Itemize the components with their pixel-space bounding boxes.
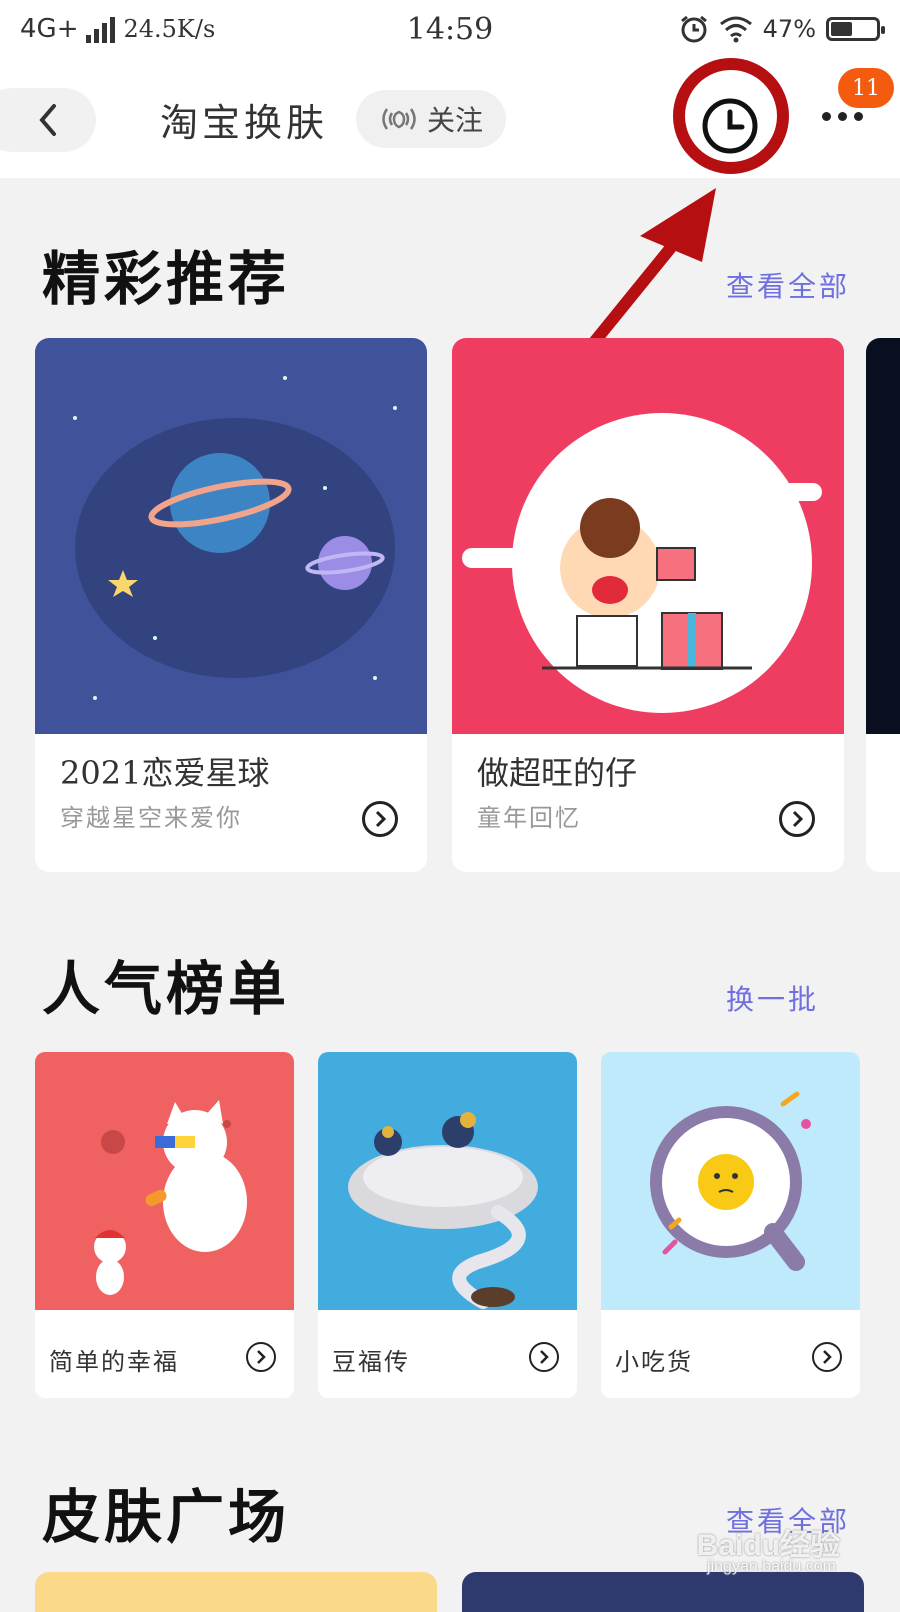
featured-card-partial[interactable] [866, 338, 900, 872]
card-subtitle: 童年回忆 [477, 804, 581, 832]
refresh-batch-link[interactable]: 换一批 [726, 978, 819, 1018]
watermark-url: jingyan.baidu.com [707, 1558, 836, 1575]
annotation-circle [673, 58, 789, 174]
featured-card[interactable]: 做超旺的仔 童年回忆 [452, 338, 844, 872]
planet-illustration [35, 338, 427, 734]
chevron-right-circle-icon[interactable] [362, 801, 398, 837]
popular-title: 人气榜单 [42, 955, 291, 1023]
popular-card[interactable]: 豆福传 [318, 1052, 577, 1398]
featured-view-all-link[interactable]: 查看全部 [726, 265, 850, 305]
card-image [866, 338, 900, 734]
card-name: 2021恋爱星球 [60, 754, 270, 792]
chevron-right-circle-icon[interactable] [529, 1342, 559, 1372]
plaza-card[interactable] [35, 1572, 437, 1612]
popular-card[interactable]: 简单的幸福 [35, 1052, 294, 1398]
card-name: 简单的幸福 [49, 1348, 179, 1376]
annotation-arrow-head [640, 188, 716, 262]
chevron-right-circle-icon[interactable] [779, 801, 815, 837]
clouds-illustration [318, 1052, 577, 1310]
card-name: 做超旺的仔 [477, 754, 638, 792]
card-name: 豆福传 [332, 1348, 410, 1376]
plaza-title: 皮肤广场 [42, 1483, 291, 1551]
chevron-right-circle-icon[interactable] [812, 1342, 842, 1372]
chevron-right-circle-icon[interactable] [246, 1342, 276, 1372]
popular-card[interactable]: 小吃货 [601, 1052, 860, 1398]
card-name: 小吃货 [615, 1348, 693, 1376]
featured-card[interactable]: 2021恋爱星球 穿越星空来爱你 [35, 338, 427, 872]
plaza-card[interactable] [462, 1572, 864, 1612]
card-subtitle: 穿越星空来爱你 [60, 804, 242, 832]
cat-illustration [35, 1052, 294, 1310]
egg-pan-illustration [601, 1052, 860, 1310]
cartoon-boy-illustration [452, 338, 844, 734]
featured-title: 精彩推荐 [42, 245, 291, 313]
